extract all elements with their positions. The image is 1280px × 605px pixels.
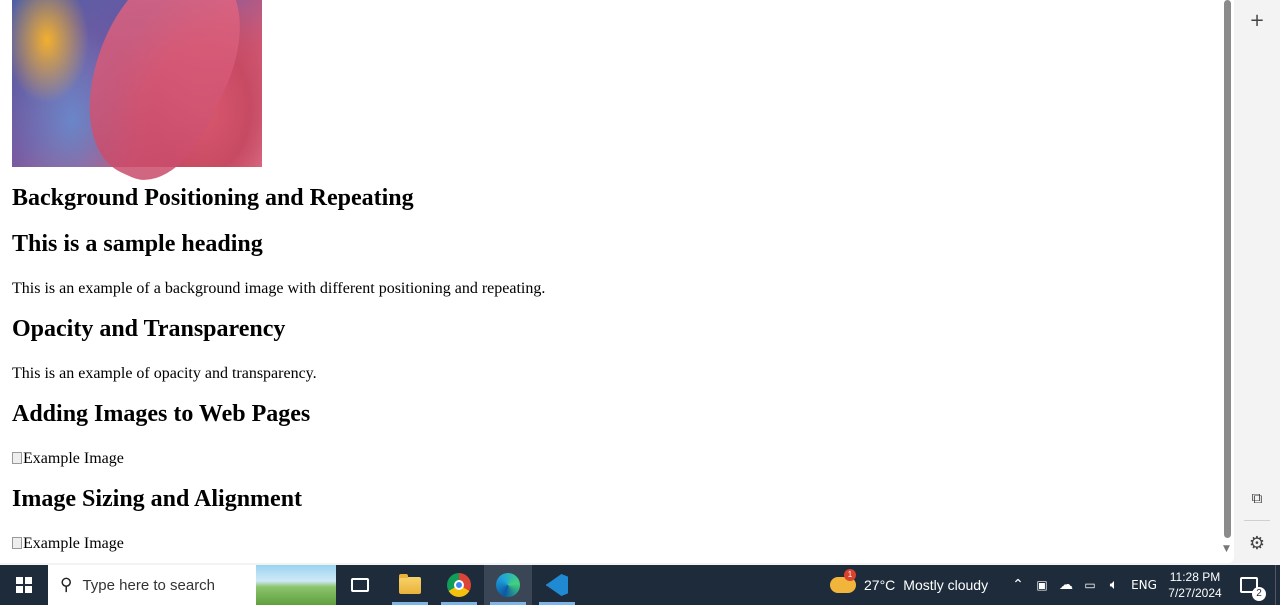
scroll-down-arrow-icon[interactable]: ▼ (1223, 544, 1230, 554)
scrollbar-thumb[interactable] (1224, 0, 1231, 538)
hero-image (12, 0, 262, 167)
file-explorer-button[interactable] (386, 565, 434, 605)
sidebar-divider (1244, 520, 1270, 521)
network-icon[interactable]: ▭ (1080, 565, 1100, 605)
image-alt-text: Example Image (23, 535, 124, 552)
image-alt-text: Example Image (23, 450, 124, 467)
browser-sidebar: + ⧉ ⚙ (1234, 0, 1280, 563)
onedrive-icon[interactable]: ☁ (1056, 565, 1076, 605)
notification-icon: 2 (1240, 577, 1266, 601)
heading-opacity: Opacity and Transparency (12, 316, 286, 342)
broken-image-icon (12, 537, 22, 549)
plus-icon[interactable]: + (1245, 8, 1269, 32)
task-view-icon (351, 578, 369, 592)
heading-sample: This is a sample heading (12, 231, 263, 257)
task-view-button[interactable] (336, 565, 384, 605)
heading-adding-images: Adding Images to Web Pages (12, 401, 311, 427)
paragraph-opacity: This is an example of opacity and transp… (12, 365, 317, 382)
taskbar-search-box[interactable]: ⚲ Type here to search (48, 565, 336, 605)
clock-date: 7/27/2024 (1168, 586, 1222, 600)
weather-badge: 1 (844, 569, 856, 581)
taskbar: ⚲ Type here to search 1 27°C Mostly clou… (0, 565, 1280, 605)
vscode-button[interactable] (533, 565, 581, 605)
edge-button[interactable] (484, 565, 532, 605)
broken-image-1: Example Image (12, 450, 124, 468)
chrome-icon (447, 573, 471, 597)
paragraph-background: This is an example of a background image… (12, 280, 546, 297)
chrome-button[interactable] (435, 565, 483, 605)
clock-time: 11:28 PM (1169, 570, 1221, 584)
broken-image-2: Example Image (12, 535, 124, 553)
search-icon: ⚲ (60, 575, 73, 595)
vertical-scrollbar[interactable]: ▼ (1221, 0, 1234, 556)
screenshot-icon[interactable]: ⧉ (1245, 486, 1269, 510)
weather-condition: Mostly cloudy (903, 577, 989, 593)
notification-count: 2 (1252, 587, 1266, 601)
heading-image-sizing: Image Sizing and Alignment (12, 486, 303, 512)
language-indicator[interactable]: ENG (1128, 565, 1160, 605)
chevron-up-icon[interactable]: ⌃ (1008, 565, 1028, 605)
vscode-icon (546, 574, 568, 596)
meet-now-icon[interactable]: ▣ (1032, 565, 1052, 605)
file-explorer-icon (399, 573, 421, 594)
edge-icon (496, 573, 520, 597)
show-desktop-button[interactable] (1275, 565, 1280, 605)
volume-icon[interactable]: 🔈︎ (1104, 565, 1124, 605)
windows-icon (16, 577, 32, 593)
broken-image-icon (12, 452, 22, 464)
weather-cloud-icon: 1 (830, 569, 856, 593)
notification-button[interactable]: 2 (1234, 565, 1266, 605)
clock[interactable]: 11:28 PM 7/27/2024 (1160, 565, 1230, 605)
weather-temperature: 27°C (864, 577, 896, 593)
weather-widget[interactable]: 1 27°C Mostly cloudy (830, 565, 1000, 605)
start-button[interactable] (0, 565, 48, 605)
browser-viewport: Background Positioning and Repeating Thi… (0, 0, 1234, 563)
heading-background-positioning: Background Positioning and Repeating (12, 185, 414, 211)
gear-icon[interactable]: ⚙ (1245, 531, 1269, 555)
search-placeholder: Type here to search (82, 576, 216, 594)
search-highlight-image (256, 565, 336, 605)
